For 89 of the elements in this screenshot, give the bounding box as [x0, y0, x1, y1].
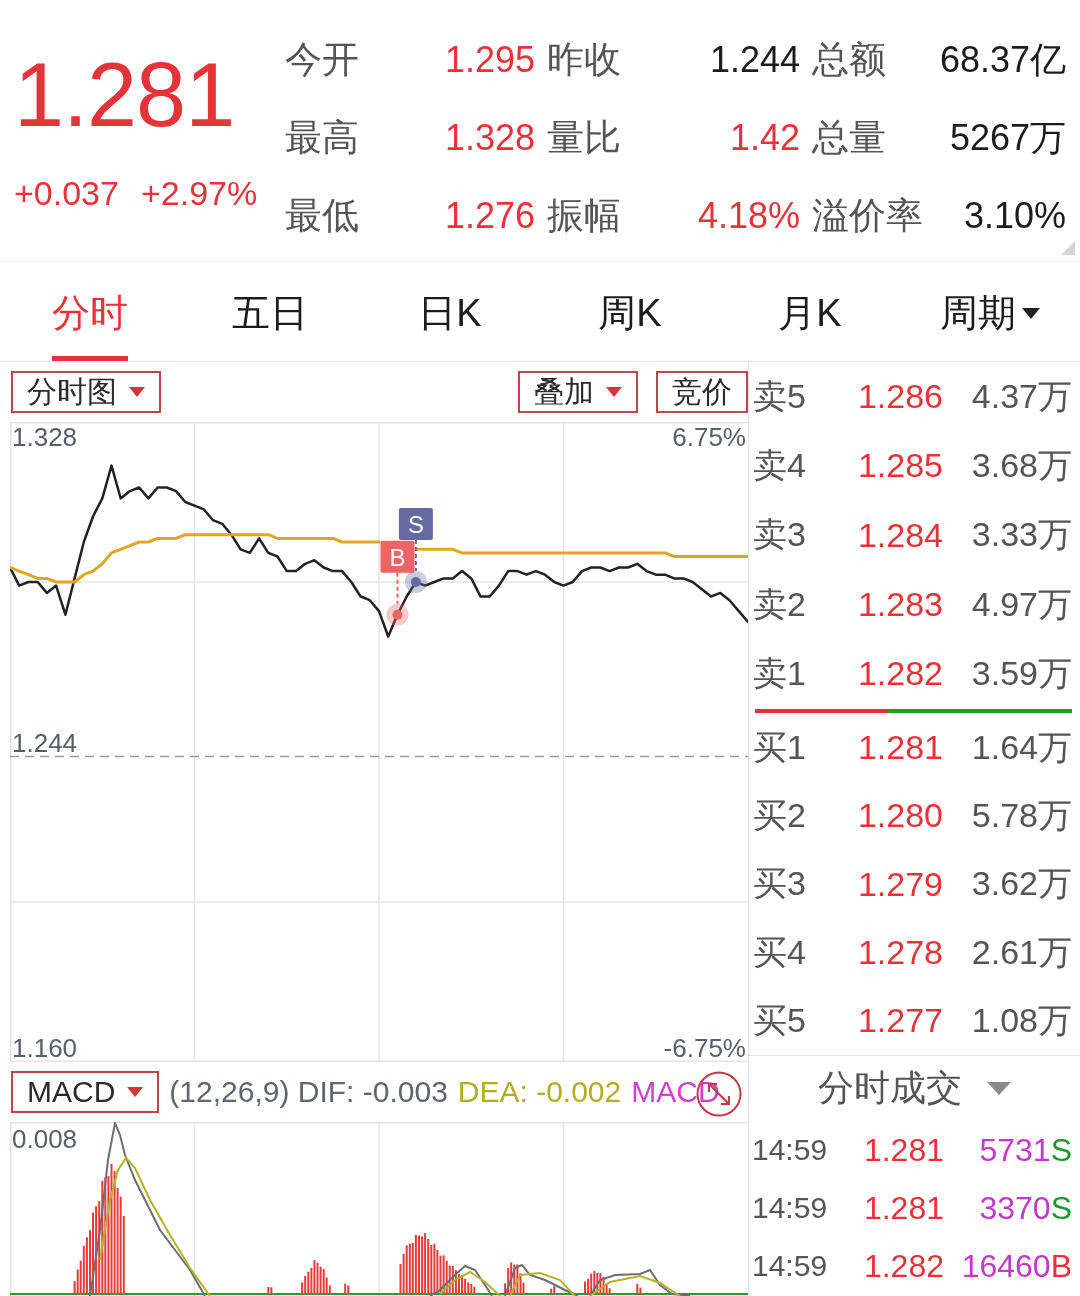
- stat-value: 1.244: [709, 39, 800, 81]
- trade-time: 14:59: [752, 1132, 828, 1169]
- price-change: +0.037: [14, 173, 119, 213]
- order-volume: 1.08万: [971, 999, 1072, 1041]
- signal-leader-line: [414, 539, 417, 572]
- order-volume: 3.33万: [971, 514, 1072, 556]
- percent-change: +2.97%: [140, 173, 258, 213]
- order-volume: 5.78万: [971, 794, 1072, 836]
- tab[interactable]: 月K: [778, 262, 842, 361]
- stat-value: 1.295: [444, 39, 535, 81]
- trade-side: S: [1050, 1132, 1072, 1169]
- trade-volume: 3370: [979, 1190, 1051, 1227]
- order-price: 1.279: [857, 864, 943, 904]
- order-level-label: 买5: [753, 999, 806, 1041]
- stat-label: 总额: [812, 38, 886, 82]
- stat-value: 1.328: [444, 117, 535, 159]
- trades-dropdown[interactable]: 分时成交: [818, 1064, 1011, 1114]
- order-price: 1.284: [857, 515, 943, 555]
- trade-price: 1.282: [863, 1248, 944, 1285]
- order-price: 1.282: [857, 654, 943, 694]
- stat-value: 68.37亿: [939, 37, 1066, 82]
- chart-option-button[interactable]: 竞价: [656, 371, 748, 413]
- order-price: 1.278: [857, 933, 943, 973]
- trade-time: 14:59: [752, 1248, 828, 1285]
- stat-label: 量比: [547, 116, 621, 160]
- trade-side: B: [1050, 1248, 1072, 1285]
- trade-price: 1.281: [863, 1190, 944, 1227]
- stat-label: 最低: [285, 194, 359, 238]
- order-volume: 2.61万: [971, 931, 1072, 973]
- axis-label: 1.328: [12, 422, 78, 453]
- order-price: 1.281: [857, 728, 943, 768]
- stat-label: 振幅: [547, 194, 621, 238]
- signal-point-icon: [386, 603, 409, 626]
- last-price: 1.281: [14, 50, 236, 140]
- order-volume: 3.62万: [971, 863, 1072, 905]
- order-volume: 1.64万: [971, 726, 1072, 768]
- order-volume: 4.37万: [971, 375, 1072, 417]
- order-level-label: 买2: [753, 794, 806, 836]
- stat-label: 昨收: [547, 38, 621, 82]
- signal-tag[interactable]: S: [398, 508, 433, 540]
- trade-price: 1.281: [863, 1132, 944, 1169]
- corner-triangle-icon: [1061, 241, 1075, 255]
- stat-label: 总量: [812, 116, 886, 160]
- order-level-label: 卖1: [753, 652, 806, 694]
- order-volume: 3.59万: [971, 652, 1072, 694]
- order-level-label: 买3: [753, 863, 806, 905]
- chart-option-button[interactable]: 叠加: [518, 371, 638, 413]
- trade-volume: 5731: [979, 1132, 1051, 1169]
- tab[interactable]: 分时: [52, 262, 128, 361]
- tab[interactable]: 周期: [940, 262, 1040, 361]
- stat-value: 3.10%: [963, 195, 1066, 237]
- order-level-label: 卖4: [753, 444, 806, 486]
- tab[interactable]: 日K: [418, 262, 482, 361]
- order-level-label: 卖3: [753, 514, 806, 556]
- stat-value: 4.18%: [697, 195, 800, 237]
- order-level-label: 卖2: [753, 583, 806, 625]
- stat-value: 1.42: [729, 117, 800, 159]
- stat-label: 最高: [285, 116, 359, 160]
- stat-value: 5267万: [949, 115, 1066, 160]
- tab[interactable]: 五日: [232, 262, 308, 361]
- order-level-label: 买4: [753, 931, 806, 973]
- percent-axis-label: 6.75%: [672, 422, 746, 453]
- trade-side: S: [1050, 1190, 1072, 1227]
- trade-volume: 16460: [961, 1248, 1051, 1285]
- order-level-label: 买1: [753, 726, 806, 768]
- indicator-dropdown[interactable]: MACD: [11, 1071, 160, 1113]
- order-level-label: 卖5: [753, 375, 806, 417]
- signal-leader-line: [396, 571, 399, 605]
- chart-option-button[interactable]: 分时图: [11, 371, 161, 413]
- order-price: 1.280: [857, 796, 943, 836]
- order-volume: 4.97万: [971, 583, 1072, 625]
- axis-label: 1.160: [12, 1033, 78, 1062]
- tab[interactable]: 周K: [598, 262, 662, 361]
- order-price: 1.283: [857, 585, 943, 625]
- order-price: 1.285: [857, 446, 943, 486]
- caret-icon: [987, 1082, 1011, 1096]
- dif-reading: (12,26,9) DIF: -0.003: [169, 1075, 448, 1109]
- stat-value: 1.276: [444, 195, 535, 237]
- order-price: 1.286: [857, 377, 943, 417]
- trade-time: 14:59: [752, 1190, 828, 1227]
- stat-label: 今开: [285, 38, 359, 82]
- order-volume: 3.68万: [971, 444, 1072, 486]
- stat-label: 溢价率: [812, 194, 923, 238]
- axis-label: 0.008: [12, 1124, 78, 1154]
- order-price: 1.277: [857, 1001, 943, 1041]
- percent-axis-label: -6.75%: [663, 1033, 746, 1062]
- dea-reading: DEA: -0.002: [457, 1075, 622, 1109]
- signal-point-icon: [404, 571, 427, 593]
- axis-label: 1.244: [12, 727, 78, 758]
